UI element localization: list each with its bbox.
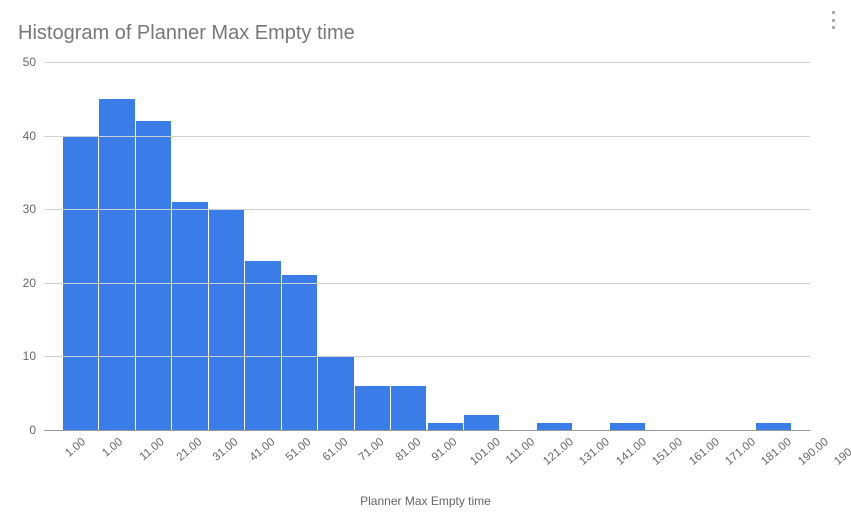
bar bbox=[355, 386, 390, 430]
x-tick: 81.00 bbox=[393, 436, 423, 464]
x-tick: 171.00 bbox=[723, 436, 758, 468]
x-tick: 41.00 bbox=[248, 436, 278, 464]
x-tick: 131.00 bbox=[577, 436, 612, 468]
x-tick: 31.00 bbox=[211, 436, 241, 464]
x-tick: 101.00 bbox=[468, 436, 503, 468]
bar bbox=[756, 423, 791, 430]
y-tick: 50 bbox=[23, 55, 36, 69]
x-tick: 91.00 bbox=[430, 436, 460, 464]
y-tick: 30 bbox=[23, 202, 36, 216]
chart-title: Histogram of Planner Max Empty time bbox=[18, 22, 355, 45]
x-axis-label: Planner Max Empty time bbox=[0, 494, 851, 508]
x-tick: 161.00 bbox=[687, 436, 722, 468]
x-tick: 111.00 bbox=[504, 436, 537, 467]
x-tick: 190.00 bbox=[796, 436, 831, 468]
x-ticks: 1.00 1.00 11.00 21.0031.0041.0051.0061.0071… bbox=[44, 432, 810, 482]
y-tick: 0 bbox=[29, 423, 36, 437]
x-tick: 181.00 bbox=[760, 436, 795, 468]
y-tick: 10 bbox=[23, 349, 36, 363]
baseline bbox=[44, 430, 810, 431]
bar bbox=[136, 121, 171, 430]
x-tick: 61.00 bbox=[320, 436, 350, 464]
gridline bbox=[44, 136, 810, 137]
y-tick: 40 bbox=[23, 129, 36, 143]
bar bbox=[172, 202, 207, 430]
x-tick: 141.00 bbox=[614, 436, 649, 468]
x-tick: 1.00 bbox=[64, 436, 89, 460]
gridline bbox=[44, 62, 810, 63]
bar bbox=[99, 99, 134, 430]
bar bbox=[245, 261, 280, 430]
gridline bbox=[44, 283, 810, 284]
x-tick: 51.00 bbox=[284, 436, 314, 464]
bars-layer bbox=[44, 62, 810, 430]
bar bbox=[209, 209, 244, 430]
x-tick: 121.00 bbox=[541, 436, 576, 468]
gridline bbox=[44, 209, 810, 210]
gridline bbox=[44, 356, 810, 357]
bar bbox=[464, 415, 499, 430]
bar bbox=[428, 423, 463, 430]
plot-area: 01020304050 bbox=[44, 62, 810, 430]
bar bbox=[537, 423, 572, 430]
x-tick: 11.00 bbox=[138, 436, 167, 463]
bar bbox=[318, 356, 353, 430]
y-tick: 20 bbox=[23, 276, 36, 290]
bar bbox=[391, 386, 426, 430]
bar bbox=[282, 275, 317, 430]
bar bbox=[610, 423, 645, 430]
x-tick: 21.00 bbox=[175, 436, 205, 464]
x-tick: 1.00 bbox=[100, 436, 125, 460]
x-tick: 71.00 bbox=[357, 436, 387, 464]
x-tick: 151.00 bbox=[650, 436, 685, 468]
more-options-icon[interactable] bbox=[825, 8, 841, 32]
x-tick: 190.00 bbox=[833, 436, 851, 468]
